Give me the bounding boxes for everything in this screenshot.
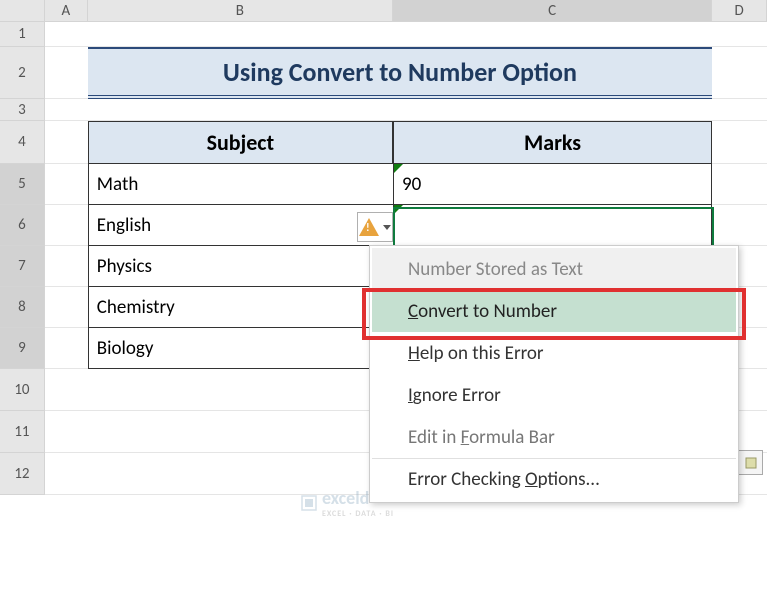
- error-smart-tag[interactable]: [357, 212, 393, 242]
- col-header-B[interactable]: B: [88, 0, 393, 21]
- dropdown-arrow-icon: [383, 225, 391, 230]
- row-header-10[interactable]: 10: [0, 369, 45, 411]
- title-cell[interactable]: Using Convert to Number Option: [88, 47, 712, 99]
- menu-label: Error Checking Options...: [408, 468, 600, 491]
- row-header-9[interactable]: 9: [0, 328, 45, 369]
- watermark-name: exceld: [322, 487, 369, 509]
- watermark-sub: EXCEL · DATA · BI: [322, 509, 394, 519]
- menu-convert-to-number[interactable]: Convert to Number: [372, 290, 736, 332]
- cell-A1[interactable]: [45, 22, 88, 47]
- row-5: 5 Math 90: [0, 164, 767, 205]
- cell-A4[interactable]: [45, 121, 88, 164]
- cell-subject-1[interactable]: English: [88, 205, 393, 246]
- cell-subject-3[interactable]: Chemistry: [88, 287, 393, 328]
- menu-label: Convert to Number: [408, 300, 557, 323]
- menu-edit-formula-bar: Edit in Formula Bar: [372, 416, 736, 458]
- menu-label: Edit in Formula Bar: [408, 426, 555, 449]
- cell-A7[interactable]: [45, 246, 88, 287]
- row-1: 1: [0, 22, 767, 47]
- cell-marks-0[interactable]: 90: [393, 164, 712, 205]
- col-header-C[interactable]: C: [393, 0, 712, 21]
- col-header-D[interactable]: D: [712, 0, 767, 21]
- row-header-5[interactable]: 5: [0, 164, 45, 205]
- cell-subject-2[interactable]: Physics: [88, 246, 393, 287]
- cell-B10[interactable]: [88, 369, 393, 411]
- row-4: 4 Subject Marks: [0, 121, 767, 164]
- row-2: 2 Using Convert to Number Option: [0, 47, 767, 99]
- header-marks[interactable]: Marks: [393, 121, 712, 164]
- row-header-8[interactable]: 8: [0, 287, 45, 328]
- cell-A11[interactable]: [45, 411, 88, 453]
- watermark-icon: [300, 494, 318, 512]
- cell-C3[interactable]: [393, 99, 712, 121]
- cell-D4[interactable]: [712, 121, 767, 164]
- row-header-6[interactable]: 6: [0, 205, 45, 246]
- menu-help-on-error[interactable]: Help on this Error: [372, 332, 736, 374]
- header-subject[interactable]: Subject: [88, 121, 393, 164]
- error-context-menu: Number Stored as Text Convert to Number …: [369, 245, 739, 503]
- row-3: 3: [0, 99, 767, 121]
- cell-A8[interactable]: [45, 287, 88, 328]
- cell-C1[interactable]: [393, 22, 712, 47]
- cell-A2[interactable]: [45, 47, 88, 99]
- cell-A10[interactable]: [45, 369, 88, 411]
- cell-A6[interactable]: [45, 205, 88, 246]
- cell-D6[interactable]: [712, 205, 767, 246]
- cell-D2[interactable]: [712, 47, 767, 99]
- cell-D3[interactable]: [712, 99, 767, 121]
- menu-header: Number Stored as Text: [372, 248, 736, 290]
- cell-A9[interactable]: [45, 328, 88, 369]
- menu-label: Help on this Error: [408, 342, 544, 365]
- cell-subject-0[interactable]: Math: [88, 164, 393, 205]
- cell-B11[interactable]: [88, 411, 393, 453]
- menu-error-checking-options[interactable]: Error Checking Options...: [372, 458, 736, 500]
- row-header-3[interactable]: 3: [0, 99, 45, 121]
- cell-subject-4[interactable]: Biology: [88, 328, 393, 369]
- row-header-12[interactable]: 12: [0, 453, 45, 495]
- row-header-7[interactable]: 7: [0, 246, 45, 287]
- col-header-A[interactable]: A: [45, 0, 88, 21]
- row-header-4[interactable]: 4: [0, 121, 45, 164]
- cell-D1[interactable]: [712, 22, 767, 47]
- cell-A5[interactable]: [45, 164, 88, 205]
- cell-A12[interactable]: [45, 453, 88, 495]
- menu-ignore-error[interactable]: Ignore Error: [372, 374, 736, 416]
- warning-icon: [359, 218, 379, 236]
- select-all-corner[interactable]: [0, 0, 45, 21]
- paste-options-icon[interactable]: [738, 450, 763, 475]
- cell-D5[interactable]: [712, 164, 767, 205]
- cell-marks-1[interactable]: [393, 205, 712, 246]
- row-header-1[interactable]: 1: [0, 22, 45, 47]
- cell-B1[interactable]: [88, 22, 393, 47]
- menu-label: Ignore Error: [408, 384, 501, 407]
- cell-A3[interactable]: [45, 99, 88, 121]
- cell-B3[interactable]: [88, 99, 393, 121]
- row-header-11[interactable]: 11: [0, 411, 45, 453]
- column-headers: A B C D: [0, 0, 767, 22]
- row-header-2[interactable]: 2: [0, 47, 45, 99]
